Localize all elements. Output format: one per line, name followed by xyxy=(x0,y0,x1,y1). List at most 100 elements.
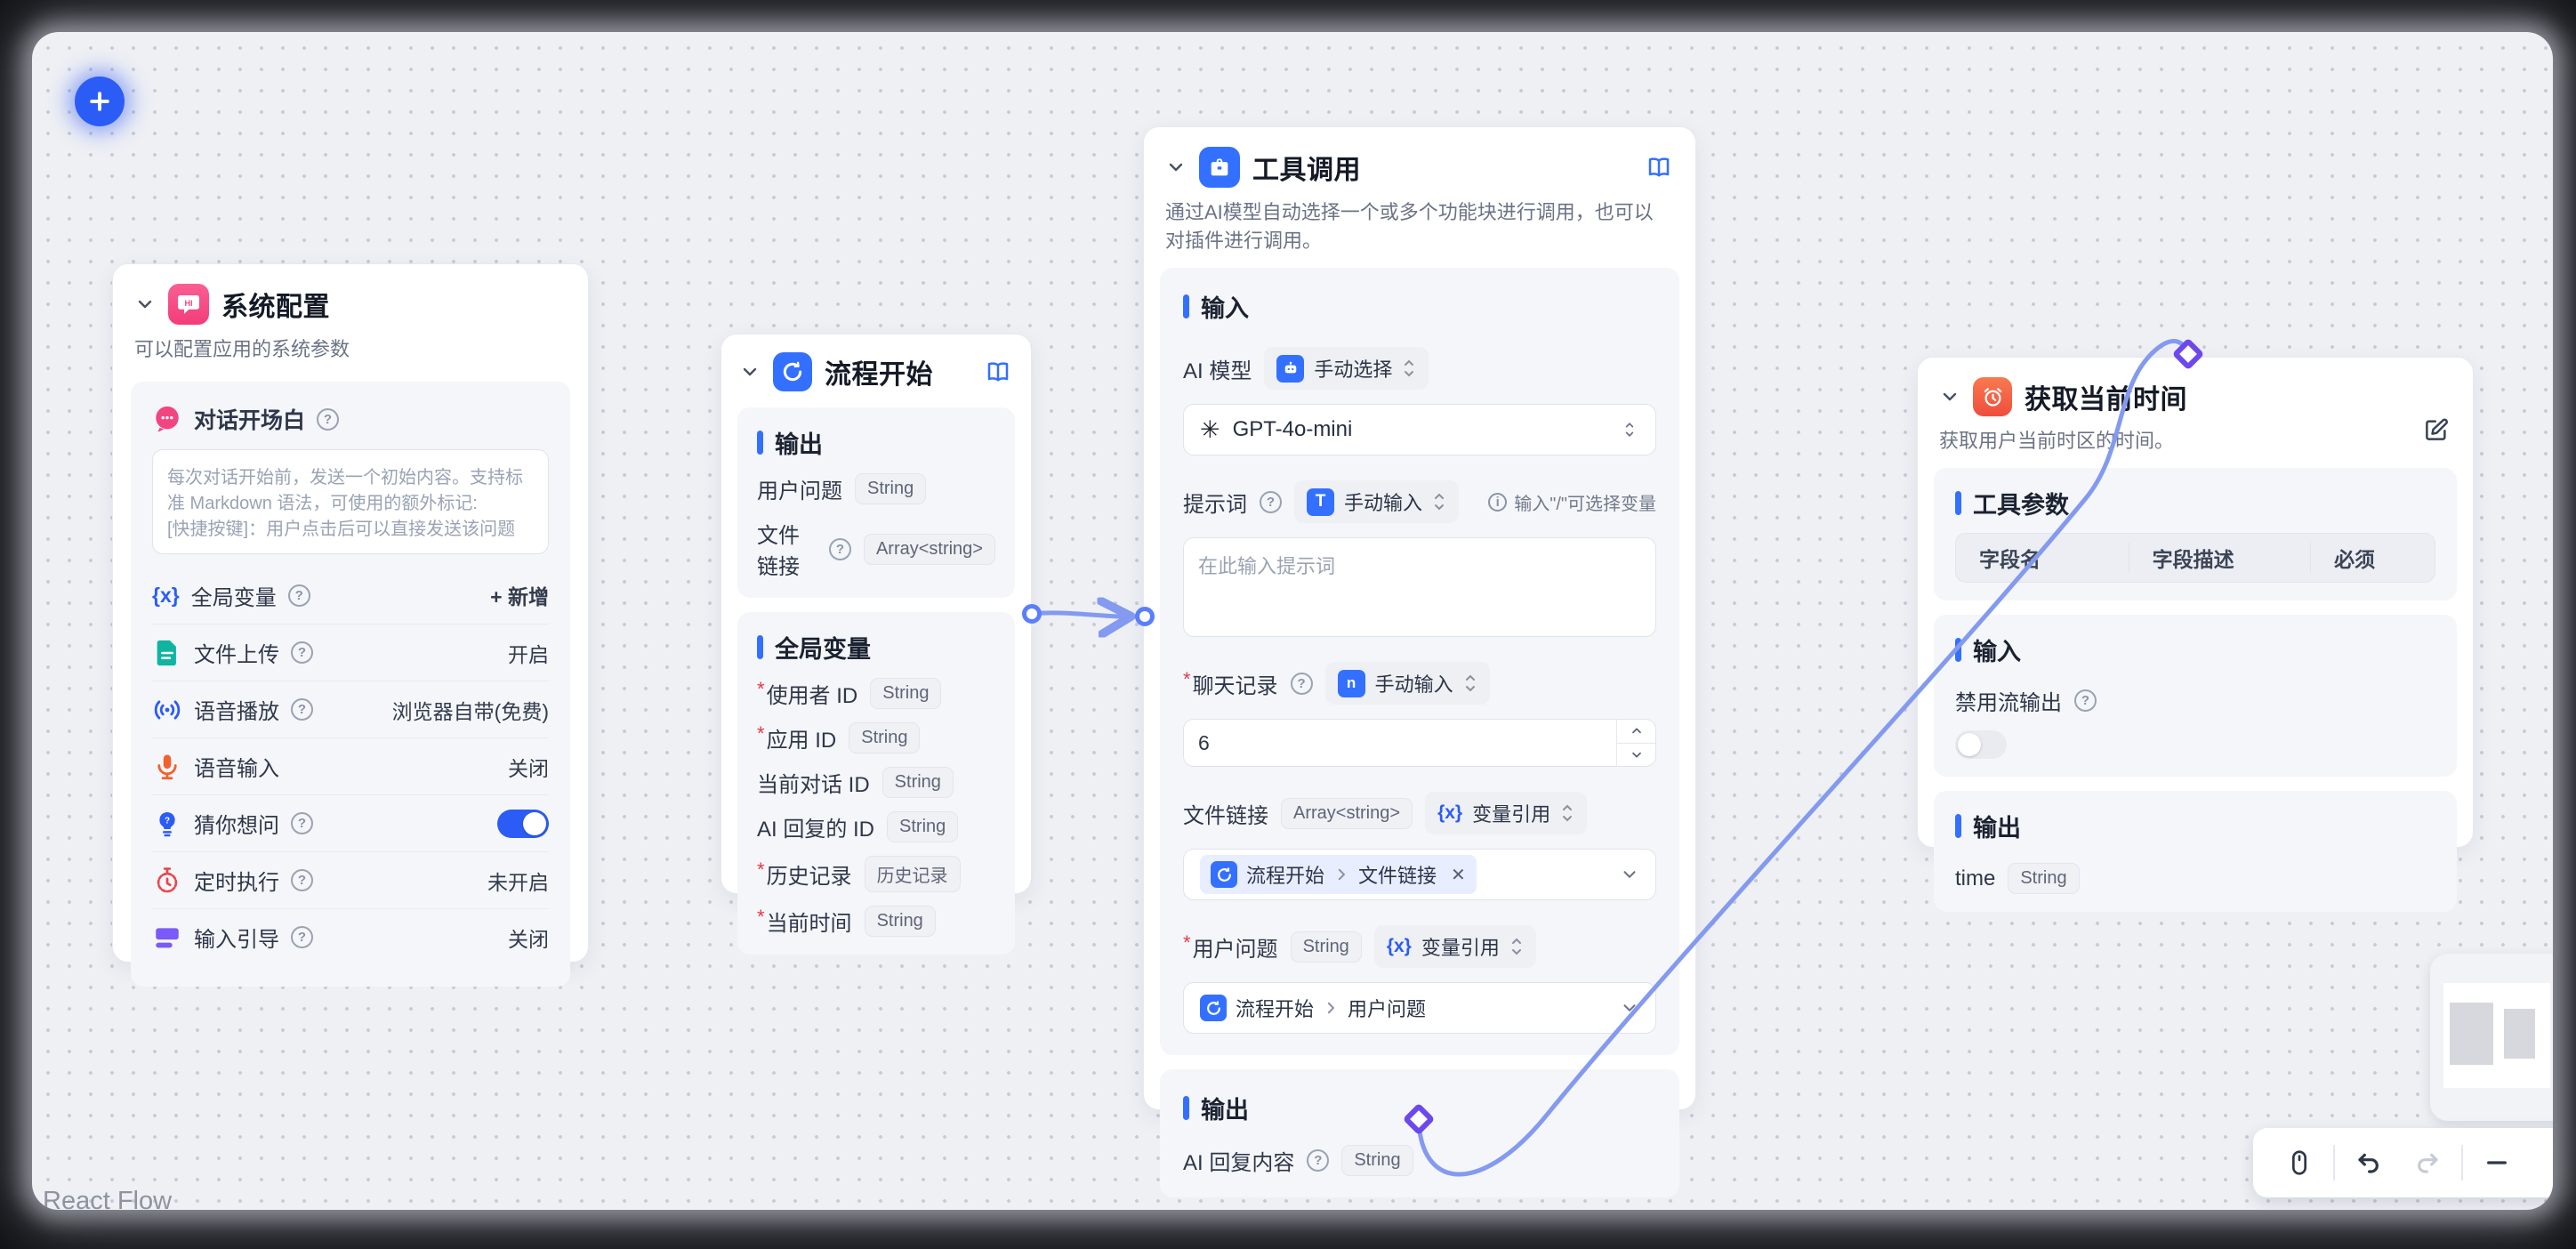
zoom-out-button[interactable] xyxy=(2472,1138,2522,1188)
edit-icon[interactable] xyxy=(2423,416,2450,443)
config-row-guess-ask[interactable]: ? 猜你想问 xyxy=(152,794,549,851)
help-icon[interactable] xyxy=(291,812,313,834)
node-system-config[interactable]: HI 系统配置 可以配置应用的系统参数 对话开场白 {x} 全局变量 + 新增 xyxy=(112,263,589,963)
collapse-chevron-icon[interactable] xyxy=(134,294,156,315)
chevron-right-icon xyxy=(1333,866,1349,882)
row-label: 输入引导 xyxy=(194,922,279,953)
node-get-current-time[interactable]: 获取当前时间 获取用户当前时区的时间。 工具参数 字段名 字段描述 必须 输入 … xyxy=(1917,357,2474,848)
add-node-button[interactable] xyxy=(75,77,125,126)
file-mode-chip[interactable]: {x} 变量引用 xyxy=(1425,792,1587,834)
stepper-down-button[interactable] xyxy=(1617,743,1655,767)
minimap[interactable] xyxy=(2430,954,2553,1121)
config-row-scheduled-run[interactable]: 定时执行 未开启 xyxy=(152,851,549,908)
stepper-up-button[interactable] xyxy=(1617,720,1655,743)
config-row-input-guide[interactable]: 输入引导 关闭 xyxy=(152,908,549,965)
braces-var-icon: {x} xyxy=(1387,936,1412,957)
docs-book-icon[interactable] xyxy=(985,359,1011,385)
type-badge: String xyxy=(870,678,941,709)
target-handle-tool-call[interactable] xyxy=(1135,607,1155,626)
section-bar xyxy=(1955,638,1961,662)
type-badge: Array<string> xyxy=(864,534,995,565)
collapse-chevron-icon[interactable] xyxy=(739,361,761,383)
stopwatch-icon xyxy=(152,866,182,896)
variable-hint: 输入"/"可选择变量 xyxy=(1488,489,1656,515)
row-value: 关闭 xyxy=(508,923,549,953)
ref-field-label: 用户问题 xyxy=(1348,994,1426,1022)
history-count-input-wrap xyxy=(1183,719,1656,767)
source-handle-flow-start[interactable] xyxy=(1022,604,1042,624)
field-label: 用户问题 xyxy=(757,473,842,504)
undo-button[interactable] xyxy=(2344,1138,2394,1188)
lightbulb-icon: ? xyxy=(152,809,182,839)
model-mode-chip[interactable]: 手动选择 xyxy=(1264,347,1429,390)
help-icon[interactable] xyxy=(829,538,851,560)
type-badge: String xyxy=(1341,1145,1413,1176)
user-question-row: 用户问题 String {x} 变量引用 xyxy=(1183,925,1656,968)
minimap-node-rect xyxy=(2504,1009,2535,1059)
docs-book-icon[interactable] xyxy=(1646,154,1672,181)
file-link-select[interactable]: 流程开始 文件链接 ✕ xyxy=(1183,849,1656,900)
col-field-desc: 字段描述 xyxy=(2129,543,2310,573)
help-icon[interactable] xyxy=(1260,491,1282,513)
select-updown-icon xyxy=(1402,357,1416,380)
help-icon[interactable] xyxy=(291,641,313,664)
time-output-section: 输出 time String xyxy=(1934,791,2457,912)
robot-icon xyxy=(1276,355,1304,383)
variable-ref: 流程开始 用户问题 xyxy=(1200,994,1426,1022)
ref-node-label: 流程开始 xyxy=(1246,860,1324,889)
output-row: time String xyxy=(1955,863,2435,894)
select-updown-icon xyxy=(1560,802,1574,825)
node-flow-start[interactable]: 流程开始 输出 用户问题 String 文件链接 Array<string> 全… xyxy=(720,334,1032,894)
help-icon[interactable] xyxy=(1307,1149,1329,1172)
pan-mode-button[interactable] xyxy=(2274,1138,2324,1188)
flow-canvas[interactable]: HI 系统配置 可以配置应用的系统参数 对话开场白 {x} 全局变量 + 新增 xyxy=(32,32,2553,1210)
flow-start-node-icon xyxy=(773,352,812,391)
toolbar-divider xyxy=(2333,1145,2335,1181)
select-updown-icon xyxy=(1463,672,1477,695)
node-subtitle: 可以配置应用的系统参数 xyxy=(113,328,588,362)
section-title: 输出 xyxy=(1201,1091,1249,1125)
question-mode-chip[interactable]: {x} 变量引用 xyxy=(1374,925,1536,968)
help-icon[interactable] xyxy=(2074,689,2097,712)
disable-stream-toggle[interactable] xyxy=(1955,730,2007,759)
opening-remark-textarea[interactable] xyxy=(152,449,549,554)
field-label: time xyxy=(1955,866,1995,891)
help-icon[interactable] xyxy=(1291,673,1313,695)
config-row-voice-input[interactable]: 语音输入 关闭 xyxy=(152,737,549,794)
config-row-file-upload[interactable]: 文件上传 开启 xyxy=(152,624,549,681)
help-icon[interactable] xyxy=(317,408,339,431)
flow-start-output-section: 输出 用户问题 String 文件链接 Array<string> xyxy=(737,407,1015,598)
collapse-chevron-icon[interactable] xyxy=(1165,157,1187,178)
help-icon[interactable] xyxy=(291,698,313,721)
remove-ref-icon[interactable]: ✕ xyxy=(1451,864,1466,886)
collapse-chevron-icon[interactable] xyxy=(1939,386,1960,407)
chip-label: 手动选择 xyxy=(1314,354,1392,383)
chevron-right-icon xyxy=(1323,1000,1339,1016)
opening-label: 对话开场白 xyxy=(194,403,305,435)
file-link-row: 文件链接 Array<string> {x} 变量引用 xyxy=(1183,792,1656,834)
model-select[interactable]: ✳ GPT-4o-mini xyxy=(1183,404,1656,455)
redo-button[interactable] xyxy=(2403,1138,2452,1188)
global-var-row: 历史记录 历史记录 xyxy=(757,856,995,892)
history-count-input[interactable] xyxy=(1184,720,1616,766)
global-var-row: 应用 ID String xyxy=(757,722,995,753)
chip-label: 变量引用 xyxy=(1421,932,1500,961)
flow-start-mini-icon xyxy=(1211,861,1237,888)
guess-ask-toggle[interactable] xyxy=(497,810,549,838)
history-mode-chip[interactable]: n 手动输入 xyxy=(1325,662,1490,705)
help-icon[interactable] xyxy=(291,869,313,891)
type-badge: 历史记录 xyxy=(865,856,961,892)
row-value: 浏览器自带(免费) xyxy=(392,695,549,725)
config-row-voice-play[interactable]: 语音播放 浏览器自带(免费) xyxy=(152,681,549,737)
prompt-textarea[interactable] xyxy=(1183,537,1656,637)
node-tool-call[interactable]: 工具调用 通过AI模型自动选择一个或多个功能块进行调用，也可以对插件进行调用。 … xyxy=(1143,126,1696,1110)
section-bar xyxy=(1183,1096,1189,1120)
config-row-global-vars[interactable]: {x} 全局变量 + 新增 xyxy=(152,567,549,624)
user-question-select[interactable]: 流程开始 用户问题 xyxy=(1183,982,1656,1034)
braces-var-icon: {x} xyxy=(1437,802,1462,824)
prompt-mode-chip[interactable]: T 手动输入 xyxy=(1294,480,1459,523)
field-label: AI 回复内容 xyxy=(1183,1145,1294,1176)
help-icon[interactable] xyxy=(288,584,310,607)
add-global-var-button[interactable]: + 新增 xyxy=(490,580,549,610)
help-icon[interactable] xyxy=(291,926,313,948)
